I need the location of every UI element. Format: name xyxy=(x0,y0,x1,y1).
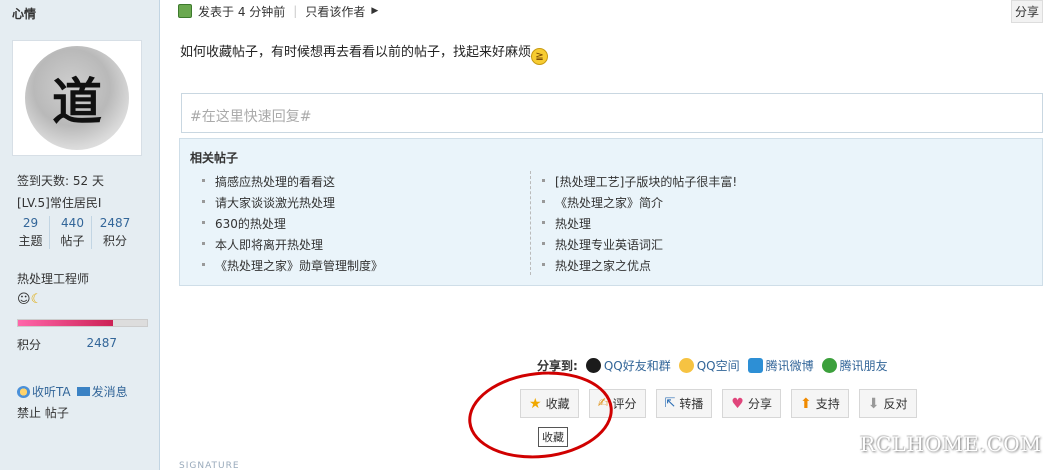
stat-posts-value: 440 xyxy=(61,216,84,230)
author-username[interactable]: 心情 xyxy=(12,5,36,22)
posted-time: 4 分钟前 xyxy=(237,4,286,19)
arrow-up-icon: ⬆ xyxy=(800,395,812,412)
avatar-calligraphy: 道 xyxy=(25,46,129,150)
signin-days: 签到天数: 52 天 xyxy=(17,174,104,188)
related-thread-link[interactable]: 《热处理之家》简介 xyxy=(540,194,737,215)
related-thread-link[interactable]: 热处理之家之优点 xyxy=(540,257,737,278)
arrow-down-icon: ⬇ xyxy=(867,395,880,412)
stat-threads-value: 29 xyxy=(22,216,39,230)
level-progress-fill xyxy=(18,320,114,326)
related-thread-link[interactable]: 630的热处理 xyxy=(200,215,383,236)
follow-icon xyxy=(17,385,30,398)
follow-link[interactable]: 收听TA xyxy=(17,383,71,400)
stat-threads[interactable]: 29 主题 xyxy=(12,216,50,249)
smiley-icon: ☺ xyxy=(17,292,31,307)
share-tencent-weibo[interactable]: 腾讯微博 xyxy=(747,357,814,374)
post-content-text: 如何收藏帖子，有时候想再去看看以前的帖子，找起来好麻烦 xyxy=(180,45,532,60)
share-tencent-weibo-label: 腾讯微博 xyxy=(765,359,814,373)
related-thread-link[interactable]: 《热处理之家》勋章管理制度》 xyxy=(200,257,383,278)
stat-credits-value: 2487 xyxy=(99,216,131,230)
meta-divider: | xyxy=(293,4,298,18)
user-level: [LV.5]常住居民I xyxy=(17,196,102,210)
support-label: 支持 xyxy=(815,397,840,411)
rate-label: 评分 xyxy=(612,397,637,411)
site-watermark: RCLHOME.COM xyxy=(860,432,1043,456)
post-content: 如何收藏帖子，有时候想再去看看以前的帖子，找起来好麻烦 ≧ xyxy=(180,41,549,65)
repost-icon: ⇱ xyxy=(664,396,676,411)
share-button[interactable]: ♥ 分享 xyxy=(722,389,781,418)
share-to-row: 分享到: QQ好友和群 QQ空间 腾讯微博 腾讯朋友 xyxy=(537,357,888,374)
related-threads-left: 搞感应热处理的看看这 请大家谈谈激光热处理 630的热处理 本人即将离开热处理 … xyxy=(200,173,383,278)
level-progress-bar xyxy=(17,319,148,327)
mail-icon xyxy=(76,387,90,396)
related-threads-box: 相关帖子 搞感应热处理的看看这 请大家谈谈激光热处理 630的热处理 本人即将离… xyxy=(179,138,1043,286)
user-stats: 29 主题 440 帖子 2487 积分 xyxy=(12,216,138,249)
online-user-icon xyxy=(178,4,192,18)
related-thread-link[interactable]: 热处理专业英语词汇 xyxy=(540,236,737,257)
post-meta-bar: 发表于 4 分钟前 | 只看该作者 ▶ 分享 xyxy=(178,0,1043,23)
qq-penguin-icon xyxy=(585,358,601,373)
only-author-link[interactable]: 只看该作者 xyxy=(305,3,365,20)
avatar[interactable]: 道 xyxy=(12,40,142,156)
tencent-weibo-icon xyxy=(747,358,763,373)
moon-icon: ☾ xyxy=(30,292,43,307)
share-label: 分享 xyxy=(747,397,772,411)
share-corner-button[interactable]: 分享 xyxy=(1010,0,1043,23)
quick-reply-input[interactable]: #在这里快速回复# xyxy=(181,93,1043,133)
follow-label: 收听TA xyxy=(32,385,71,399)
signature-divider-label: SIGNATURE xyxy=(179,461,240,470)
author-links: 收听TA 发消息 xyxy=(17,383,128,400)
caret-right-icon[interactable]: ▶ xyxy=(371,6,378,16)
credit-value: 2487 xyxy=(86,336,117,350)
share-qzone-label: QQ空间 xyxy=(696,359,740,373)
stat-posts-label: 帖子 xyxy=(60,234,85,248)
stat-threads-label: 主题 xyxy=(18,234,43,248)
qzone-icon xyxy=(678,358,694,373)
share-qq-friends[interactable]: QQ好友和群 xyxy=(585,357,671,374)
related-thread-link[interactable]: [热处理工艺]子版块的帖子很丰富! xyxy=(540,173,737,194)
stat-posts[interactable]: 440 帖子 xyxy=(54,216,92,249)
posted-prefix: 发表于 xyxy=(198,4,235,19)
related-thread-link[interactable]: 搞感应热处理的看看这 xyxy=(200,173,383,194)
send-message-label: 发消息 xyxy=(91,385,128,399)
related-threads-right: [热处理工艺]子版块的帖子很丰富! 《热处理之家》简介 热处理 热处理专业英语词… xyxy=(540,173,737,278)
credit-row: 积分 2487 xyxy=(17,336,137,353)
related-thread-link[interactable]: 请大家谈谈激光热处理 xyxy=(200,194,383,215)
share-tencent-friends[interactable]: 腾讯朋友 xyxy=(821,357,888,374)
clover-icon xyxy=(821,358,837,373)
support-button[interactable]: ⬆ 支持 xyxy=(791,389,849,418)
repost-label: 转播 xyxy=(679,397,704,411)
related-threads-title: 相关帖子 xyxy=(190,151,239,165)
oppose-label: 反对 xyxy=(883,397,908,411)
user-status: 禁止 帖子 xyxy=(17,406,69,420)
share-tencent-friends-label: 腾讯朋友 xyxy=(839,359,888,373)
author-sidebar: 心情 道 签到天数: 52 天 [LV.5]常住居民I 29 主题 440 帖子… xyxy=(0,0,160,470)
stat-credits[interactable]: 2487 积分 xyxy=(96,216,134,249)
frustrated-emoji-icon: ≧ xyxy=(531,48,549,65)
oppose-button[interactable]: ⬇ 反对 xyxy=(858,389,917,418)
red-circle-annotation xyxy=(463,364,618,466)
share-qq-friends-label: QQ好友和群 xyxy=(603,359,671,373)
share-qzone[interactable]: QQ空间 xyxy=(678,357,740,374)
send-message-link[interactable]: 发消息 xyxy=(76,383,128,400)
stat-credits-label: 积分 xyxy=(102,234,127,248)
user-title: 热处理工程师 xyxy=(17,272,90,286)
related-divider xyxy=(530,171,531,275)
medal-icons: ☺☾ xyxy=(17,292,42,307)
related-thread-link[interactable]: 本人即将离开热处理 xyxy=(200,236,383,257)
repost-button[interactable]: ⇱ 转播 xyxy=(655,389,713,418)
related-thread-link[interactable]: 热处理 xyxy=(540,215,737,236)
credit-label: 积分 xyxy=(17,338,42,352)
heart-icon: ♥ xyxy=(731,395,744,412)
